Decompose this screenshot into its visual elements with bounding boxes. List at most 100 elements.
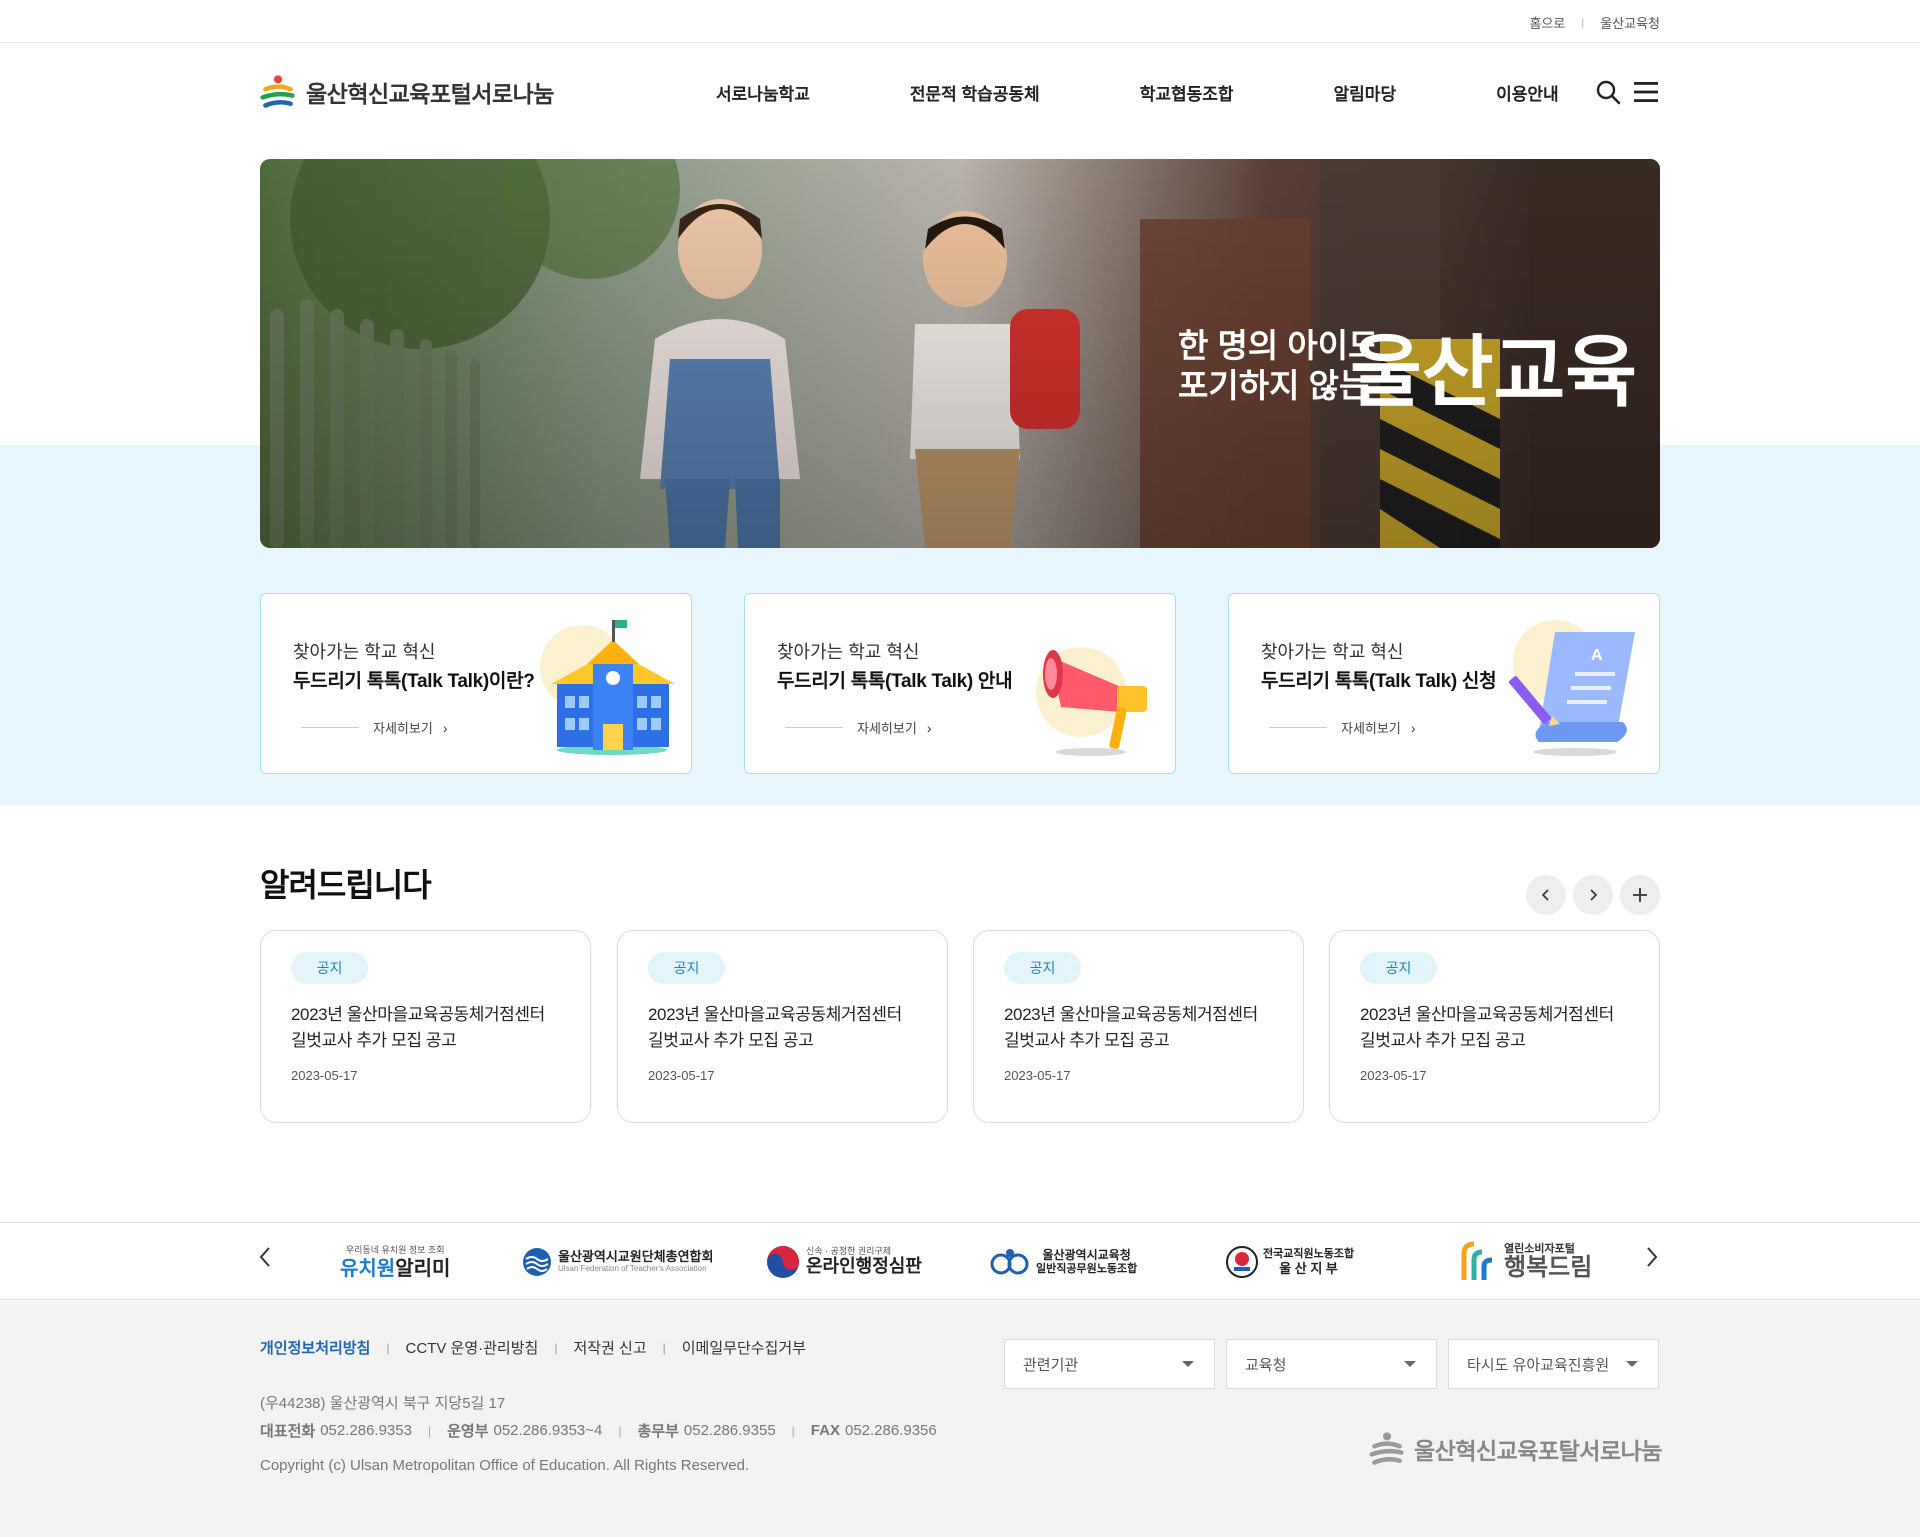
select-value: 타시도 유아교육진흥원 <box>1467 1356 1610 1374</box>
footer-links: 개인정보처리방침 | CCTV 운영·관리방침 | 저작권 신고 | 이메일무단… <box>260 1337 806 1358</box>
partner-logo-kindergarten-text: 우리동네 유치원 정보 조회 유치원알리미 <box>340 1244 450 1279</box>
partner-main-a: 유치원 <box>340 1257 396 1280</box>
education-office-select[interactable]: 교육청 <box>1226 1339 1437 1389</box>
divider <box>785 727 843 728</box>
hero-slogan-big: 울산교육 <box>1350 328 1637 416</box>
partner-main-text: 전국교직원노동조합 <box>1263 1247 1355 1260</box>
wave-emblem-icon <box>523 1248 551 1276</box>
partner-logo-teachers-union[interactable]: 전국교직원노동조합 울 산 지 부 <box>1225 1237 1354 1287</box>
partner-logo-public-union[interactable]: 울산광역시교육청 일반직공무원노동조합 <box>990 1237 1137 1287</box>
contact-label: 운영부 <box>447 1423 489 1440</box>
partner-text-block: 신속 · 공정한 권리구제 온라인행정심판 <box>806 1246 922 1277</box>
partner-prev-button[interactable] <box>258 1243 272 1275</box>
card-subtitle: 찾아가는 학교 혁신 <box>293 642 436 662</box>
email-refusal-link[interactable]: 이메일무단수집거부 <box>682 1337 806 1358</box>
card-title: 두드리기 톡톡(Talk Talk) 신청 <box>1261 671 1497 692</box>
partner-logo-online-tribunal[interactable]: 신속 · 공정한 권리구제 온라인행정심판 <box>766 1237 922 1287</box>
chevron-right-icon: › <box>442 719 448 736</box>
partner-logo-teachers-federation[interactable]: 울산광역시교원단체총연합회 Ulsan Federation of Teache… <box>522 1237 713 1287</box>
partner-main-b: 알리미 <box>395 1257 451 1280</box>
hero-banner: 한 명의 아이도 포기하지 않는 울산교육 <box>260 159 1660 548</box>
union-emblem-icon <box>1226 1246 1258 1278</box>
notice-title-line1: 2023년 울산마을교육공동체거점센터 <box>1004 1005 1258 1024</box>
card-more-link[interactable]: 자세히보기 › <box>785 718 931 737</box>
chevron-right-icon: › <box>926 719 932 736</box>
partner-small-text: Ulsan Federation of Teacher's Associatio… <box>558 1263 707 1273</box>
footer-contacts: 대표전화 052.286.9353 | 운영부 052.286.9353~4 | 총… <box>260 1420 937 1441</box>
partner-main-text: 울산광역시교원단체총연합회 <box>558 1249 714 1265</box>
partner-small-text: 우리동네 유치원 정보 조회 <box>345 1244 445 1255</box>
partner-small-text: 울 산 지 부 <box>1279 1260 1338 1276</box>
menu-icon[interactable] <box>1632 78 1660 106</box>
card-more-label: 자세히보기 <box>1341 721 1401 736</box>
notice-title-line2: 길벗교사 추가 모집 공고 <box>291 1031 457 1050</box>
nav-item-seoronanum-school[interactable]: 서로나눔학교 <box>716 80 810 105</box>
feature-cards: 찾아가는 학교 혁신 두드리기 톡톡(Talk Talk)이란? 자세히보기 ›… <box>260 593 1660 774</box>
notice-card[interactable]: 공지 2023년 울산마을교육공동체거점센터 길벗교사 추가 모집 공고 202… <box>973 930 1304 1123</box>
partner-next-button[interactable] <box>1645 1243 1659 1275</box>
notice-date: 2023-05-17 <box>291 1068 358 1083</box>
chevron-right-icon: › <box>1410 719 1416 736</box>
notice-title-line1: 2023년 울산마을교육공동체거점센터 <box>291 1005 545 1024</box>
card-subtitle: 찾아가는 학교 혁신 <box>777 642 920 662</box>
chevron-left-icon <box>1541 889 1549 901</box>
divider <box>1269 727 1327 728</box>
nav-item-usage-guide[interactable]: 이용안내 <box>1496 80 1559 105</box>
notice-list: 공지 2023년 울산마을교육공동체거점센터 길벗교사 추가 모집 공고 202… <box>260 930 1660 1123</box>
notice-date: 2023-05-17 <box>648 1068 715 1083</box>
privacy-policy-link[interactable]: 개인정보처리방침 <box>260 1337 370 1358</box>
home-link[interactable]: 홈으로 <box>1529 13 1565 32</box>
chevron-right-icon <box>1590 889 1598 901</box>
notice-badge: 공지 <box>1360 952 1437 984</box>
feature-card-apply[interactable]: 찾아가는 학교 혁신 두드리기 톡톡(Talk Talk) 신청 자세히보기 ›… <box>1228 593 1660 774</box>
divider <box>301 727 359 728</box>
notice-prev-button[interactable] <box>1526 875 1566 915</box>
caret-down-icon <box>1404 1361 1416 1367</box>
nav-item-learning-community[interactable]: 전문적 학습공동체 <box>910 80 1040 105</box>
related-orgs-select[interactable]: 관련기관 <box>1004 1339 1215 1389</box>
feature-card-guide[interactable]: 찾아가는 학교 혁신 두드리기 톡톡(Talk Talk) 안내 자세히보기 › <box>744 593 1176 774</box>
feature-card-intro[interactable]: 찾아가는 학교 혁신 두드리기 톡톡(Talk Talk)이란? 자세히보기 › <box>260 593 692 774</box>
nav-item-school-coop[interactable]: 학교협동조합 <box>1140 80 1234 105</box>
footer-logo-text: 울산혁신교육포탈서로나눔 <box>1414 1438 1662 1464</box>
contact-value: 052.286.9355 <box>683 1422 776 1439</box>
notice-card[interactable]: 공지 2023년 울산마을교육공동체거점센터 길벗교사 추가 모집 공고 202… <box>617 930 948 1123</box>
partner-main-text: 울산광역시교육청 <box>1042 1248 1131 1263</box>
utility-links: 홈으로 | 울산교육청 <box>1529 13 1660 32</box>
utility-bar: 홈으로 | 울산교육청 <box>0 0 1920 43</box>
notice-card[interactable]: 공지 2023년 울산마을교육공동체거점센터 길벗교사 추가 모집 공고 202… <box>260 930 591 1123</box>
notice-next-button[interactable] <box>1573 875 1613 915</box>
logo-mark-icon <box>260 75 295 108</box>
notice-card[interactable]: 공지 2023년 울산마을교육공동체거점센터 길벗교사 추가 모집 공고 202… <box>1329 930 1660 1123</box>
partner-small-text: 일반직공무원노동조합 <box>1036 1262 1138 1275</box>
copyright-report-link[interactable]: 저작권 신고 <box>573 1337 646 1358</box>
notice-date: 2023-05-17 <box>1004 1068 1071 1083</box>
partner-logo-happy-dream[interactable]: 열린소비자포털 행복드림 <box>1460 1237 1592 1287</box>
contact-value: 052.286.9353~4 <box>493 1422 603 1439</box>
chevron-left-icon <box>259 1247 270 1267</box>
card-title: 두드리기 톡톡(Talk Talk) 안내 <box>777 671 1013 692</box>
notice-more-button[interactable] <box>1620 875 1660 915</box>
card-more-link[interactable]: 자세히보기 › <box>301 718 447 737</box>
plus-icon <box>1633 888 1647 902</box>
partner-text-block: 전국교직원노동조합 울 산 지 부 <box>1263 1248 1354 1277</box>
site-footer: 개인정보처리방침 | CCTV 운영·관리방침 | 저작권 신고 | 이메일무단… <box>0 1301 1920 1537</box>
cctv-policy-link[interactable]: CCTV 운영·관리방침 <box>406 1337 539 1358</box>
kindergarten-center-select[interactable]: 타시도 유아교육진흥원 <box>1448 1339 1659 1389</box>
notice-title-line1: 2023년 울산마을교육공동체거점센터 <box>1360 1005 1614 1024</box>
notice-badge: 공지 <box>1004 952 1081 984</box>
taegeuk-emblem-icon <box>767 1246 799 1278</box>
site-logo[interactable]: 울산혁신교육포털서로나눔 <box>260 74 554 110</box>
notice-badge: 공지 <box>648 952 725 984</box>
contact-label: 대표전화 <box>260 1423 316 1440</box>
office-link[interactable]: 울산교육청 <box>1600 13 1660 32</box>
school-building-icon <box>540 620 675 755</box>
contact-label: FAX <box>810 1422 840 1439</box>
partner-main-text: 유치원알리미 <box>340 1259 450 1279</box>
search-icon[interactable] <box>1594 78 1622 106</box>
card-more-link[interactable]: 자세히보기 › <box>1269 718 1415 737</box>
partner-logo-kindergarten[interactable]: 우리동네 유치원 정보 조회 유치원알리미 <box>340 1237 450 1287</box>
divider: | <box>662 1340 666 1355</box>
partner-main-text: 행복드림 <box>1504 1253 1593 1281</box>
nav-item-notice-board[interactable]: 알림마당 <box>1334 80 1397 105</box>
